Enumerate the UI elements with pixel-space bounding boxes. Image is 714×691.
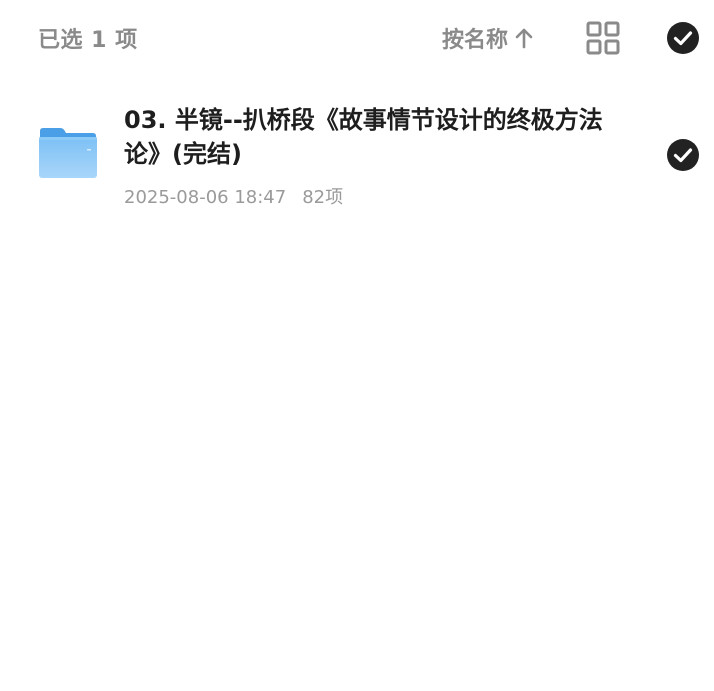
sort-label: 按名称 [442, 28, 509, 53]
selected-count-label: 已选 1 项 [38, 28, 138, 53]
grid-view-button[interactable] [586, 21, 620, 55]
file-name[interactable]: 03. 半镜--扒桥段《故事情节设计的终极方法论》(完结) [124, 103, 624, 171]
checkmark-circle-icon [667, 139, 699, 171]
sort-by-name-button[interactable]: 按名称 [442, 22, 534, 54]
file-checkbox[interactable] [666, 138, 700, 172]
file-meta: 2025-08-06 18:47 82项 [124, 183, 343, 209]
file-item-count: 82项 [302, 187, 344, 208]
arrow-up-icon [514, 27, 534, 49]
grid-icon [586, 21, 620, 55]
checkmark-circle-icon [667, 22, 699, 54]
file-date: 2025-08-06 18:47 [124, 187, 287, 208]
select-all-checkbox[interactable] [666, 21, 700, 55]
file-list-item[interactable]: 03. 半镜--扒桥段《故事情节设计的终极方法论》(完结) 2025-08-06… [0, 95, 714, 220]
selection-toolbar: 已选 1 项 按名称 [0, 0, 714, 78]
folder-icon [38, 127, 98, 179]
